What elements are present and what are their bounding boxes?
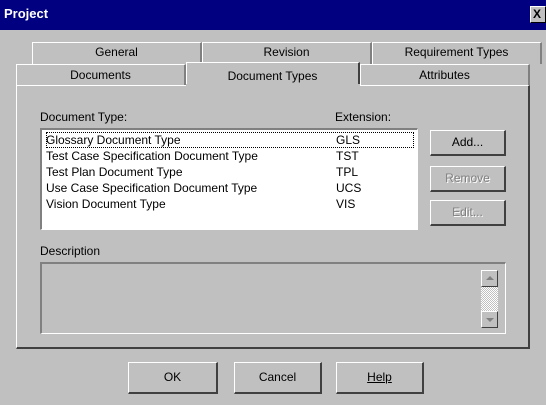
document-type-name: Vision Document Type xyxy=(46,197,166,211)
document-type-name: Glossary Document Type xyxy=(46,133,181,147)
window-title: Project xyxy=(4,6,49,21)
tab-label: General xyxy=(95,45,138,59)
list-item[interactable]: Vision Document Type VIS xyxy=(46,196,414,212)
tab-revision[interactable]: Revision xyxy=(202,42,372,64)
arrow-up-icon xyxy=(486,276,494,280)
project-dialog: Project X General Revision Requirement T… xyxy=(0,0,546,405)
document-type-name: Use Case Specification Document Type xyxy=(46,181,258,195)
add-button[interactable]: Add... xyxy=(430,130,506,156)
ok-button[interactable]: OK xyxy=(128,362,218,394)
edit-button-label: Edit... xyxy=(452,205,483,219)
tab-label: Attributes xyxy=(419,68,470,82)
document-type-extension: GLS xyxy=(336,133,361,147)
help-button[interactable]: Help xyxy=(336,362,424,394)
tab-label: Documents xyxy=(70,68,131,82)
description-field[interactable] xyxy=(40,262,506,334)
tab-general[interactable]: General xyxy=(32,42,202,64)
help-button-label: Help xyxy=(367,370,392,384)
document-type-name: Test Case Specification Document Type xyxy=(46,149,258,163)
description-scrollbar[interactable] xyxy=(481,270,498,328)
active-tab-joint xyxy=(186,84,360,87)
list-item[interactable]: Test Plan Document Type TPL xyxy=(46,164,414,180)
edit-button[interactable]: Edit... xyxy=(430,200,506,226)
scroll-down-button[interactable] xyxy=(481,311,498,328)
extension-label: Extension: xyxy=(335,110,392,124)
close-icon: X xyxy=(533,7,542,21)
document-type-extension: TPL xyxy=(336,165,359,179)
arrow-down-icon xyxy=(486,318,494,322)
document-type-extension: TST xyxy=(336,149,359,163)
tab-requirement-types[interactable]: Requirement Types xyxy=(372,42,542,64)
list-item[interactable]: Glossary Document Type GLS xyxy=(46,132,414,148)
tab-documents[interactable]: Documents xyxy=(16,64,186,87)
document-type-label: Document Type: xyxy=(40,110,128,124)
cancel-button[interactable]: Cancel xyxy=(234,362,322,394)
list-item[interactable]: Use Case Specification Document Type UCS xyxy=(46,180,414,196)
remove-button[interactable]: Remove xyxy=(430,166,506,192)
document-type-name: Test Plan Document Type xyxy=(46,165,183,179)
scroll-up-button[interactable] xyxy=(481,270,498,287)
add-button-label: Add... xyxy=(451,135,484,149)
tab-label: Requirement Types xyxy=(404,45,509,59)
list-item[interactable]: Test Case Specification Document Type TS… xyxy=(46,148,414,164)
title-bar: Project X xyxy=(0,0,546,30)
tab-label: Revision xyxy=(263,45,310,59)
document-type-extension: VIS xyxy=(336,197,356,211)
document-type-extension: UCS xyxy=(336,181,362,195)
tab-attributes[interactable]: Attributes xyxy=(360,64,530,87)
remove-button-label: Remove xyxy=(445,171,490,185)
tab-label: Document Types xyxy=(227,69,318,83)
close-button[interactable]: X xyxy=(530,6,546,23)
ok-button-label: OK xyxy=(163,370,182,384)
cancel-button-label: Cancel xyxy=(258,370,297,384)
document-type-list[interactable]: Glossary Document Type GLS Test Case Spe… xyxy=(40,128,418,230)
description-label: Description xyxy=(40,244,101,258)
